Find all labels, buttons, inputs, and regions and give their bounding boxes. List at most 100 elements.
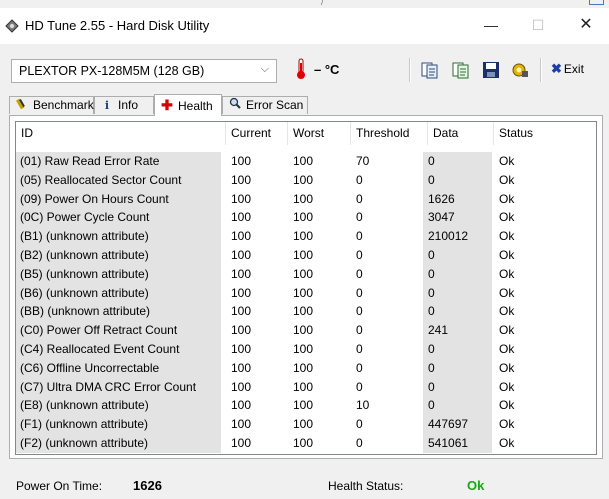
health-icon: ✚ <box>161 97 173 113</box>
title-bar[interactable]: HD Tune 2.55 - Hard Disk Utility — ☐ ✕ <box>0 8 609 44</box>
copy-all-icon[interactable] <box>452 61 470 79</box>
worst-cell: 100 <box>293 154 314 168</box>
attribute-id-cell: (C4) Reallocated Event Count <box>16 340 221 359</box>
table-row[interactable]: (B1) (unknown attribute) 100 100 0 210012 Ok <box>16 227 596 247</box>
window-title: HD Tune 2.55 - Hard Disk Utility <box>25 18 210 33</box>
threshold-cell: 0 <box>356 285 363 300</box>
tab-error-scan[interactable]: Error Scan <box>222 96 308 114</box>
save-icon[interactable] <box>482 61 500 79</box>
table-row[interactable]: (01) Raw Read Error Rate 100 100 70 0 Ok <box>16 152 596 171</box>
power-on-time-value: 1626 <box>133 478 162 493</box>
current-cell: 100 <box>231 304 252 319</box>
worst-cell: 100 <box>293 210 314 225</box>
column-header-status[interactable]: Status <box>494 122 594 145</box>
table-row[interactable]: (F2) (unknown attribute) 100 100 0 541061 Ok <box>16 434 596 453</box>
current-cell: 100 <box>231 360 252 375</box>
tab-health[interactable]: ✚ Health <box>154 94 222 116</box>
table-row[interactable]: (09) Power On Hours Count 100 100 0 1626 Ok <box>16 189 596 209</box>
table-row[interactable]: (C0) Power Off Retract Count 100 100 0 241 Ok <box>16 321 596 341</box>
current-cell: 100 <box>231 285 252 300</box>
column-header-current[interactable]: Current <box>226 122 288 145</box>
data-cell: 0 <box>423 358 492 378</box>
table-row[interactable]: (C6) Offline Uncorrectable 100 100 0 0 Ok <box>16 358 596 378</box>
copy-info-icon[interactable] <box>421 61 439 79</box>
options-icon[interactable] <box>511 61 529 79</box>
info-icon: i <box>104 99 110 112</box>
exit-button[interactable]: ✖ Exit <box>551 61 584 79</box>
current-cell: 100 <box>231 417 252 432</box>
background-window-edge <box>589 0 604 5</box>
magnifier-icon <box>229 97 241 115</box>
attribute-id-cell: (05) Reallocated Sector Count <box>16 170 221 190</box>
status-cell: Ok <box>499 304 515 319</box>
worst-cell: 100 <box>293 436 314 450</box>
column-header-threshold[interactable]: Threshold <box>351 122 428 145</box>
table-row[interactable]: (B6) (unknown attribute) 100 100 0 0 Ok <box>16 283 596 303</box>
data-cell: 241 <box>423 321 492 341</box>
worst-cell: 100 <box>293 304 314 319</box>
table-row[interactable]: (E8) (unknown attribute) 100 100 10 0 Ok <box>16 396 596 416</box>
data-cell: 447697 <box>423 415 492 435</box>
status-cell: Ok <box>499 248 515 262</box>
table-row[interactable]: (BB) (unknown attribute) 100 100 0 0 Ok <box>16 302 596 322</box>
table-row[interactable]: (0C) Power Cycle Count 100 100 0 3047 Ok <box>16 208 596 228</box>
threshold-cell: 0 <box>356 342 363 356</box>
tab-info[interactable]: i Info <box>94 96 154 114</box>
worst-cell: 100 <box>293 360 314 375</box>
data-cell: 0 <box>423 302 492 322</box>
worst-cell: 100 <box>293 248 314 262</box>
table-row[interactable]: (C7) Ultra DMA CRC Error Count 100 100 0 0 Ok <box>16 377 596 397</box>
attribute-id-cell: (B1) (unknown attribute) <box>16 227 221 247</box>
current-cell: 100 <box>231 398 252 413</box>
data-cell: 0 <box>423 264 492 284</box>
status-cell: Ok <box>499 398 515 413</box>
current-cell: 100 <box>231 323 252 338</box>
table-row[interactable]: (C4) Reallocated Event Count 100 100 0 0 Ok <box>16 340 596 359</box>
minimize-button[interactable]: — <box>468 8 514 44</box>
threshold-cell: 0 <box>356 360 363 375</box>
attribute-id-cell: (01) Raw Read Error Rate <box>16 152 221 171</box>
status-cell: Ok <box>499 266 515 281</box>
table-row[interactable]: (B2) (unknown attribute) 100 100 0 0 Ok <box>16 246 596 265</box>
thermometer-icon <box>297 58 305 79</box>
worst-cell: 100 <box>293 229 314 244</box>
column-header-id[interactable]: ID <box>16 122 226 145</box>
threshold-cell: 0 <box>356 229 363 244</box>
attribute-id-cell: (F2) (unknown attribute) <box>16 434 221 453</box>
data-cell: 0 <box>423 152 492 171</box>
tab-benchmark[interactable]: Benchmark <box>9 96 94 114</box>
status-bar: Power On Time: 1626 Health Status: Ok <box>9 467 603 499</box>
current-cell: 100 <box>231 436 252 450</box>
worst-cell: 100 <box>293 398 314 413</box>
table-row[interactable]: (B5) (unknown attribute) 100 100 0 0 Ok <box>16 264 596 284</box>
data-cell: 541061 <box>423 434 492 453</box>
attribute-id-cell: (F1) (unknown attribute) <box>16 415 221 435</box>
app-icon <box>5 19 19 33</box>
maximize-button[interactable]: ☐ <box>515 8 561 44</box>
status-cell: Ok <box>499 285 515 300</box>
attribute-id-cell: (C7) Ultra DMA CRC Error Count <box>16 377 221 397</box>
smart-attribute-list[interactable]: ID Current Worst Threshold Data Status (… <box>15 121 597 455</box>
current-cell: 100 <box>231 191 252 206</box>
toolbar-separator <box>540 58 542 82</box>
data-cell: 1626 <box>423 189 492 209</box>
close-button[interactable]: ✕ <box>563 8 609 44</box>
column-header-data[interactable]: Data <box>428 122 494 145</box>
current-cell: 100 <box>231 229 252 244</box>
exit-label: Exit <box>563 62 584 76</box>
threshold-cell: 70 <box>356 154 370 168</box>
current-cell: 100 <box>231 248 252 262</box>
exit-icon: ✖ <box>551 61 562 76</box>
status-cell: Ok <box>499 323 515 338</box>
threshold-cell: 0 <box>356 266 363 281</box>
threshold-cell: 0 <box>356 248 363 262</box>
status-cell: Ok <box>499 379 515 394</box>
status-cell: Ok <box>499 210 515 225</box>
table-row[interactable]: (F1) (unknown attribute) 100 100 0 447697 Ok <box>16 415 596 435</box>
chevron-down-icon: ⌵ <box>260 63 269 75</box>
attribute-id-cell: (B5) (unknown attribute) <box>16 264 221 284</box>
drive-select[interactable]: PLEXTOR PX-128M5M (128 GB) ⌵ <box>11 59 277 83</box>
table-row[interactable]: (05) Reallocated Sector Count 100 100 0 0 Ok <box>16 170 596 190</box>
data-cell: 0 <box>423 340 492 359</box>
column-header-worst[interactable]: Worst <box>288 122 351 145</box>
